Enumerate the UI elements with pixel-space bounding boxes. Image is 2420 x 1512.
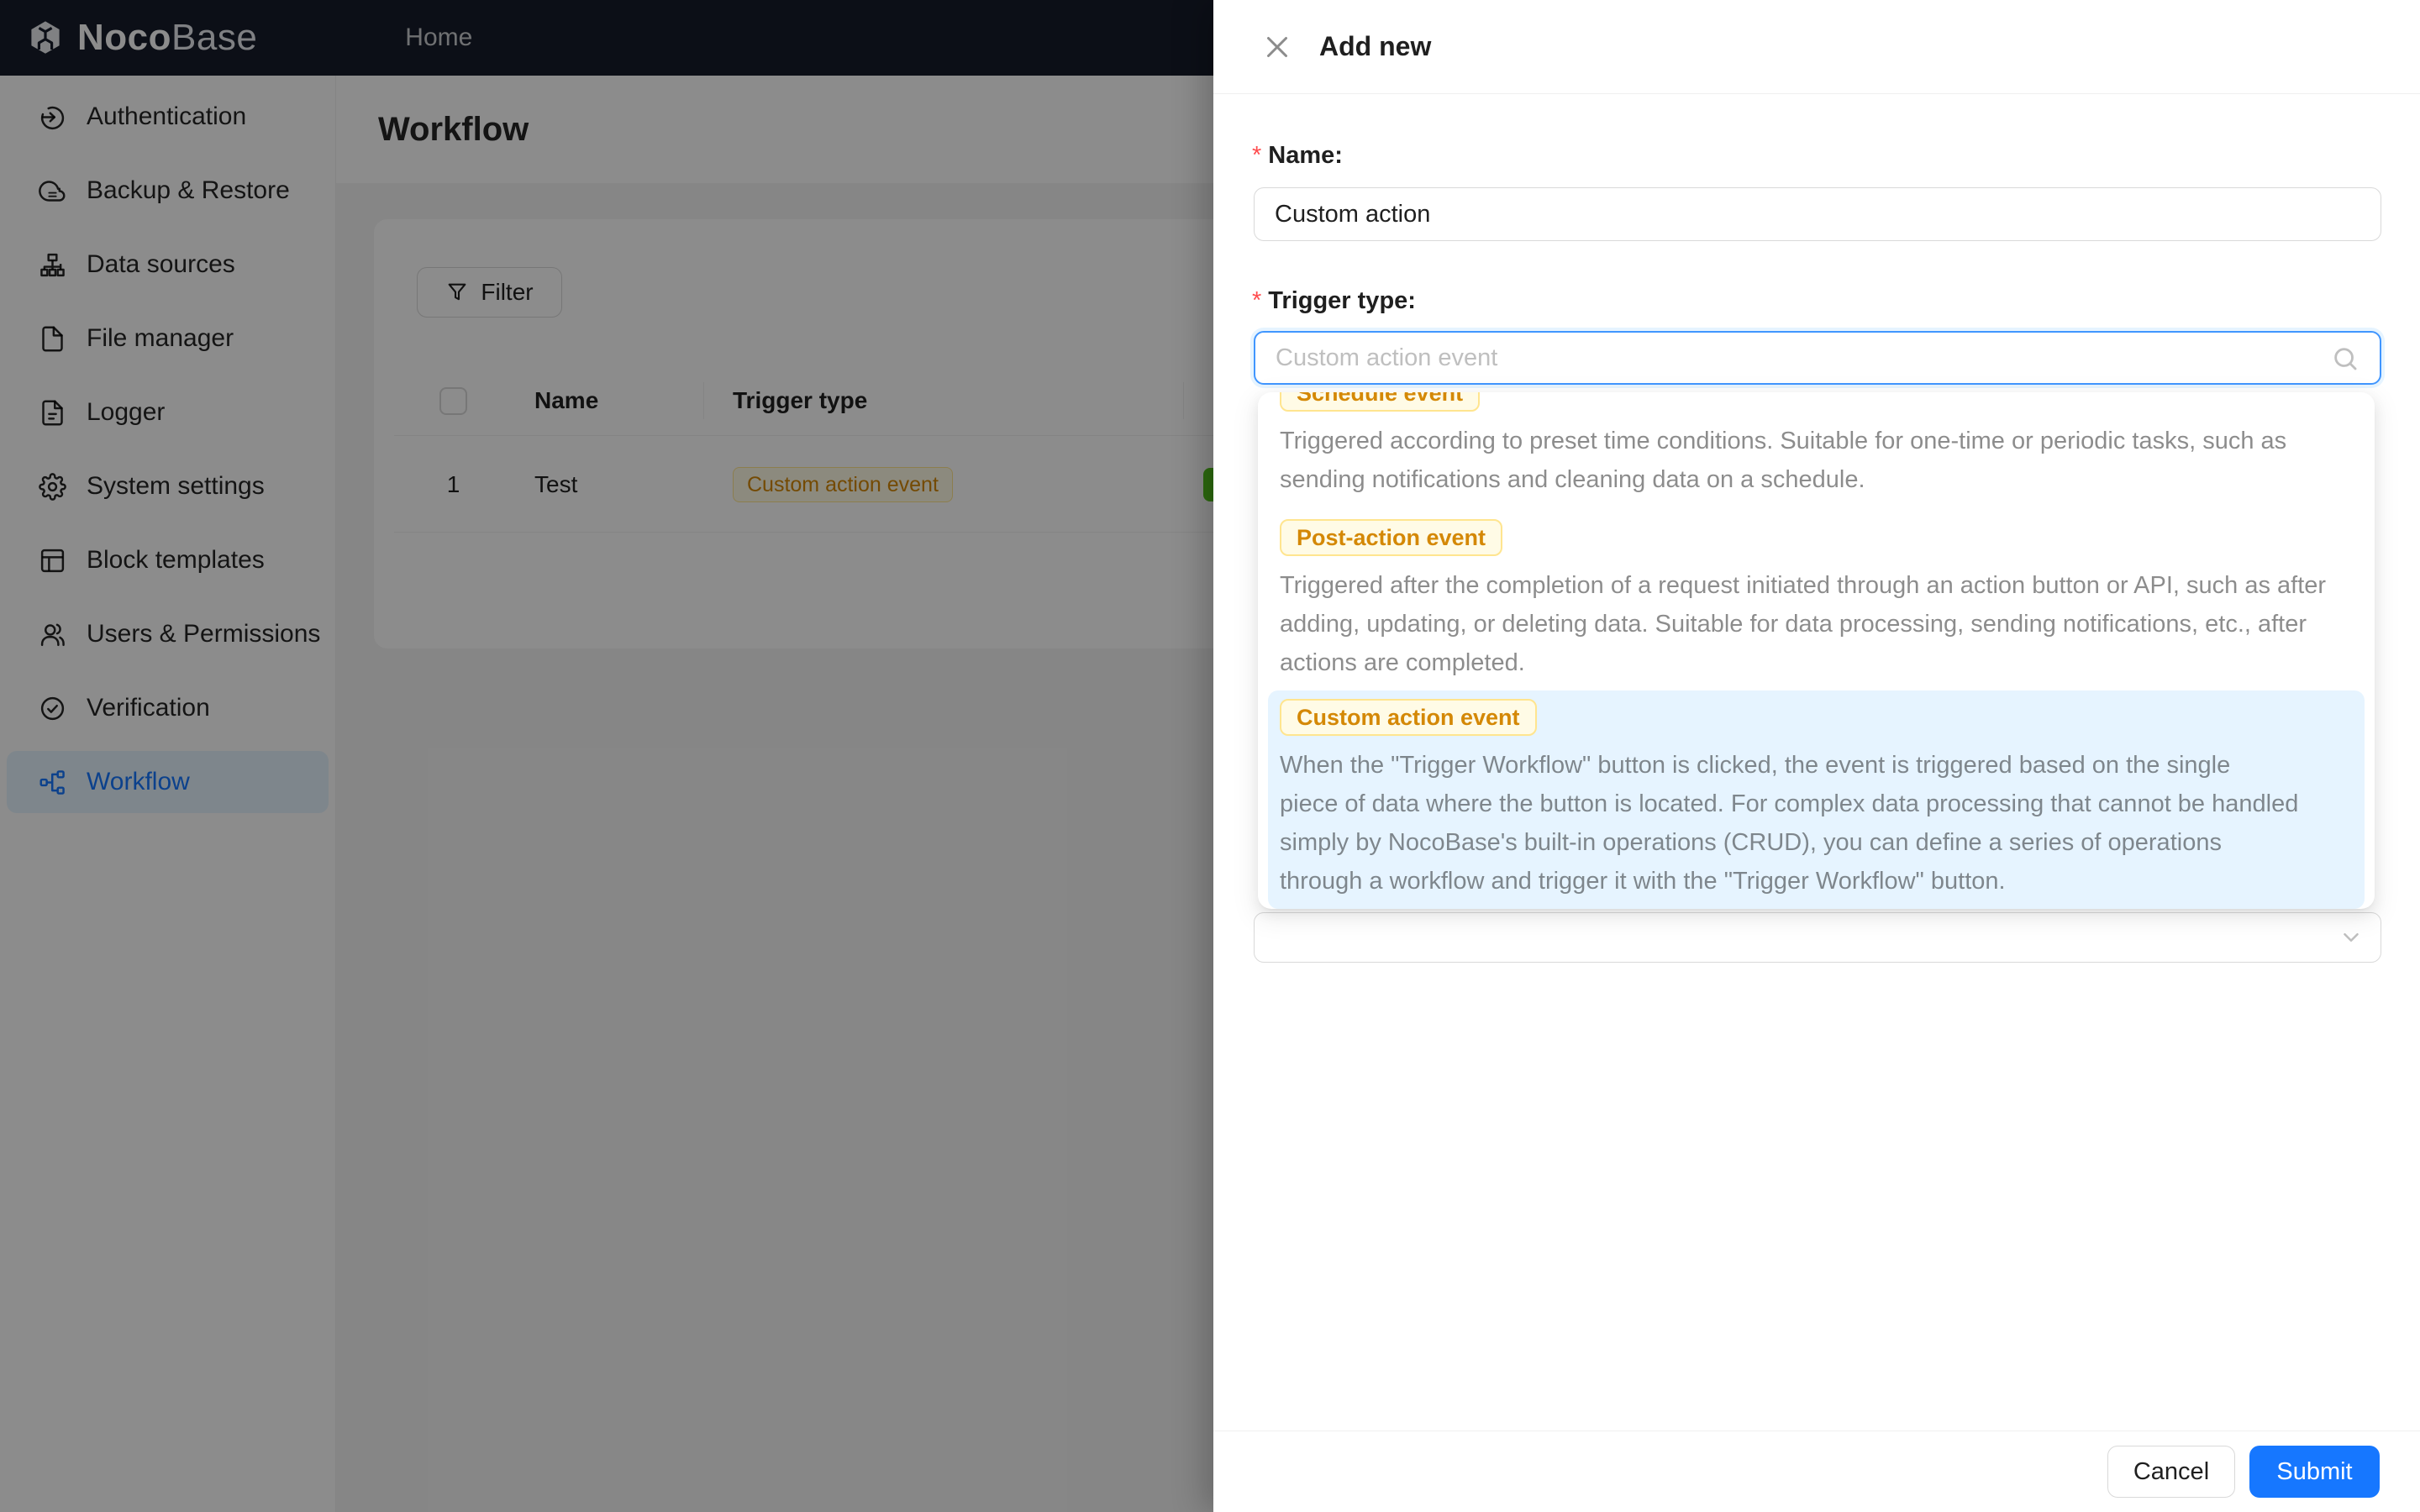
drawer-footer: Cancel Submit [1213, 1431, 2420, 1512]
custom-action-event-badge: Custom action event [1280, 699, 1537, 736]
trigger-type-dropdown: Schedule event Triggered according to pr… [1258, 392, 2375, 909]
drawer-title: Add new [1319, 31, 1432, 61]
option-custom-action-event[interactable]: Custom action event When the "Trigger Wo… [1268, 690, 2365, 909]
trigger-type-select-input[interactable] [1254, 331, 2381, 385]
schedule-event-badge: Schedule event [1280, 392, 1481, 412]
option-schedule-event[interactable]: Schedule event Triggered according to pr… [1268, 392, 2365, 507]
secondary-select[interactable] [1254, 912, 2381, 963]
post-action-event-badge: Post-action event [1280, 519, 1503, 556]
trigger-type-field-label: * Trigger type: [1252, 286, 1416, 314]
add-new-drawer: Add new * Name: * Trigger type: Schedule… [1213, 0, 2420, 1512]
app-root: NocoBase Home Authentication Backup & Re… [0, 0, 2420, 1512]
name-field-label: * Name: [1252, 141, 1343, 169]
option-description: When the "Trigger Workflow" button is cl… [1280, 752, 2299, 895]
cancel-button[interactable]: Cancel [2107, 1446, 2235, 1498]
option-post-action-event[interactable]: Post-action event Triggered after the co… [1268, 511, 2365, 690]
option-description: Triggered after the completion of a requ… [1280, 572, 2327, 676]
name-input[interactable] [1254, 187, 2381, 241]
chevron-down-icon [2338, 925, 2364, 950]
drawer-header: Add new [1213, 0, 2420, 94]
close-icon[interactable] [1262, 32, 1292, 62]
option-description: Triggered according to preset time condi… [1280, 428, 2287, 493]
search-icon [2331, 344, 2360, 373]
submit-button[interactable]: Submit [2249, 1446, 2380, 1498]
required-mark: * [1252, 141, 1262, 169]
required-mark: * [1252, 286, 1262, 314]
